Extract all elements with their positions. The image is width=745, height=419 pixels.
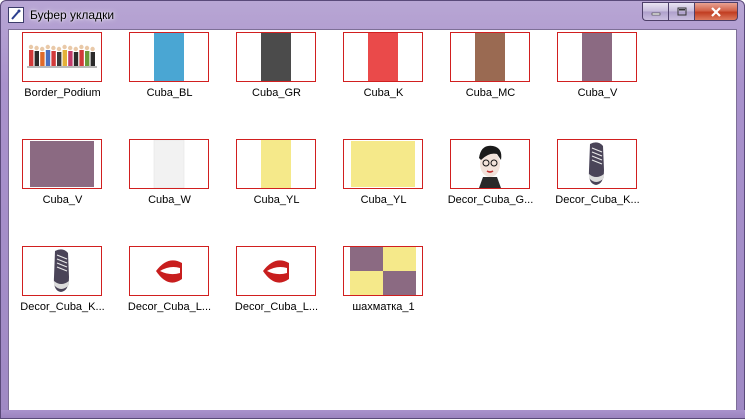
tile-item[interactable]: Cuba_MC <box>437 31 544 135</box>
minimize-button[interactable] <box>642 2 668 21</box>
tile-preview-image <box>261 247 291 295</box>
tile-label: Cuba_GR <box>252 87 301 99</box>
tile-preview-image <box>582 140 612 188</box>
close-button[interactable] <box>694 2 738 21</box>
tile-thumbnail[interactable] <box>557 32 637 82</box>
tile-preview-image <box>368 33 398 81</box>
tile-label: Cuba_V <box>42 194 83 206</box>
tile-thumbnail[interactable] <box>129 246 209 296</box>
tile-thumbnail[interactable] <box>236 139 316 189</box>
tile-preview-image <box>47 247 77 295</box>
tile-label: Decor_Cuba_K... <box>555 194 640 206</box>
tile-label: Cuba_YL <box>253 194 300 206</box>
tile-preview-image <box>27 44 97 68</box>
tile-item[interactable]: Cuba_W <box>116 138 223 242</box>
tile-thumbnail[interactable] <box>22 246 102 296</box>
tile-item[interactable]: Cuba_GR <box>223 31 330 135</box>
tile-thumbnail[interactable] <box>22 139 102 189</box>
tile-label: Cuba_MC <box>465 87 516 99</box>
tile-item[interactable]: Cuba_YL <box>330 138 437 242</box>
tile-label: Decor_Cuba_K... <box>20 301 105 313</box>
maximize-button[interactable] <box>668 2 694 21</box>
tile-item[interactable]: Cuba_BL <box>116 31 223 135</box>
tile-thumbnail[interactable] <box>450 32 530 82</box>
tile-thumbnail[interactable] <box>343 32 423 82</box>
tile-label: шахматка_1 <box>352 301 415 313</box>
tile-preview-image <box>351 141 415 187</box>
tile-label: Cuba_BL <box>146 87 193 99</box>
caption-buttons <box>642 2 738 21</box>
minimize-icon <box>651 12 660 15</box>
tile-preview-image <box>582 33 612 81</box>
tile-item[interactable]: Decor_Cuba_G... <box>437 138 544 242</box>
maximize-icon <box>677 7 686 16</box>
tile-item[interactable]: Border_Podium <box>9 31 116 135</box>
tile-thumbnail[interactable] <box>236 246 316 296</box>
tile-thumbnail[interactable] <box>343 246 423 296</box>
app-window-icon <box>8 7 24 23</box>
tile-item[interactable]: Cuba_V <box>544 31 651 135</box>
tile-item[interactable]: шахматка_1 <box>330 245 437 349</box>
tile-preview-image <box>30 141 94 187</box>
tile-thumbnail[interactable] <box>236 32 316 82</box>
tile-label: Border_Podium <box>24 87 101 99</box>
tile-thumbnail[interactable] <box>22 32 102 82</box>
tile-item[interactable]: Cuba_V <box>9 138 116 242</box>
tile-preview-image <box>153 140 185 188</box>
tile-label: Cuba_W <box>148 194 191 206</box>
title-bar[interactable]: Буфер укладки <box>1 1 744 29</box>
tile-buffer-area[interactable]: Border_Podium Cuba_BL Cuba_GR Cuba_K Cuba_MC… <box>8 29 737 412</box>
tile-thumbnail[interactable] <box>129 139 209 189</box>
tile-label: Cuba_YL <box>360 194 407 206</box>
tile-item[interactable]: Decor_Cuba_L... <box>223 245 330 349</box>
tile-item[interactable]: Decor_Cuba_L... <box>116 245 223 349</box>
tile-item[interactable]: Cuba_YL <box>223 138 330 242</box>
tile-label: Cuba_V <box>577 87 618 99</box>
tile-preview-image <box>475 33 505 81</box>
tile-preview-image <box>261 33 291 81</box>
tile-thumbnail[interactable] <box>343 139 423 189</box>
tile-item[interactable]: Decor_Cuba_K... <box>9 245 116 349</box>
tile-preview-image <box>154 247 184 295</box>
tile-thumbnail[interactable] <box>557 139 637 189</box>
tile-preview-image <box>471 140 509 188</box>
tile-item[interactable]: Decor_Cuba_K... <box>544 138 651 242</box>
tile-preview-image <box>261 140 291 188</box>
tile-label: Decor_Cuba_G... <box>447 194 534 206</box>
app-window: Буфер укладки Border_Podium Cuba_BL Cuba_G… <box>0 0 745 419</box>
tile-thumbnail[interactable] <box>129 32 209 82</box>
tile-thumbnail[interactable] <box>450 139 530 189</box>
close-icon <box>711 6 721 17</box>
tile-label: Decor_Cuba_L... <box>127 301 212 313</box>
tile-preview-image <box>154 33 184 81</box>
tile-label: Cuba_K <box>363 87 404 99</box>
tile-item[interactable]: Cuba_K <box>330 31 437 135</box>
tile-label: Decor_Cuba_L... <box>234 301 319 313</box>
window-title: Буфер укладки <box>30 8 115 22</box>
tile-preview-image <box>350 247 416 295</box>
window-bottom-border <box>1 410 745 418</box>
